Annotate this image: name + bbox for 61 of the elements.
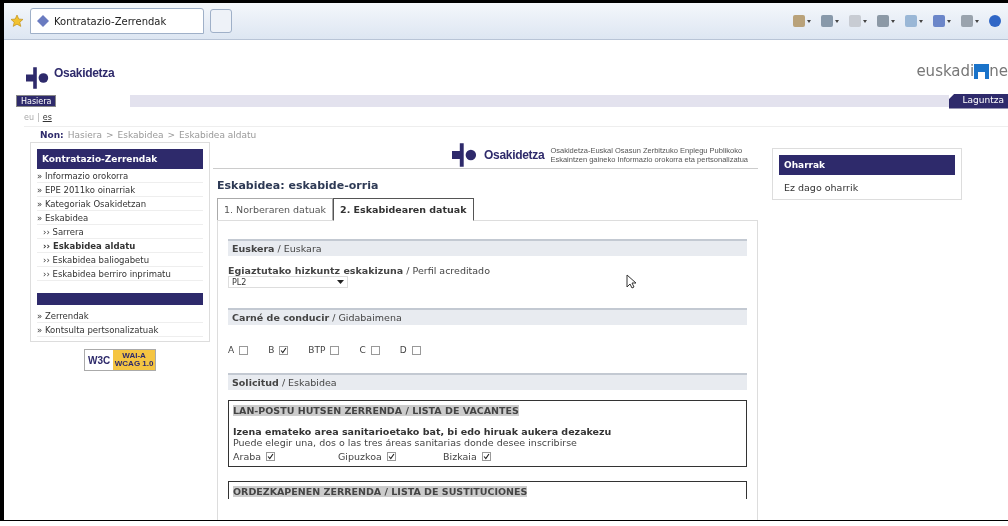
page-title: Eskabidea: eskabide-orria bbox=[217, 179, 380, 192]
checkbox-label: Bizkaia bbox=[443, 451, 477, 462]
new-tab-button[interactable] bbox=[210, 9, 232, 33]
checkbox[interactable] bbox=[266, 452, 276, 461]
checkbox-label: Araba bbox=[233, 451, 262, 462]
list-title: LAN-POSTU HUTSEN ZERRENDA / LISTA DE VACANTES bbox=[233, 405, 519, 416]
portal-logo-icon bbox=[974, 63, 990, 79]
section-heading: Carné de conducir / Gidabaimena bbox=[228, 308, 747, 325]
sidebar-item[interactable]: » Kategoriak Osakidetzan bbox=[37, 197, 203, 211]
field-label: Egiaztutako hizkuntz eskakizuna / Perfil acreditado bbox=[228, 265, 491, 276]
checkbox[interactable] bbox=[411, 345, 421, 355]
portal-logo-text: euskadi bbox=[916, 62, 975, 80]
checkbox-label: BTP bbox=[308, 345, 326, 355]
sidebar-title: Kontratazio-Zerrendak bbox=[37, 149, 203, 169]
breadcrumb-separator: > bbox=[167, 130, 175, 140]
diamond-icon bbox=[37, 15, 49, 27]
sidebar-item[interactable]: » Eskabidea bbox=[37, 211, 203, 225]
sidebar-item[interactable]: » EPE 2011ko oinarriak bbox=[37, 183, 203, 197]
checkbox[interactable] bbox=[481, 452, 491, 461]
form-tab[interactable]: 1. Norberaren datuak bbox=[217, 198, 333, 220]
notes-text: Ez dago oharrik bbox=[783, 181, 860, 195]
sidebar-item[interactable]: ›› Sarrera bbox=[37, 225, 203, 239]
section-heading: Solicitud / Eskabidea bbox=[228, 373, 747, 390]
checkbox[interactable] bbox=[386, 452, 396, 461]
checkbox[interactable] bbox=[330, 345, 340, 355]
logo-icon bbox=[26, 66, 50, 90]
section-heading: Euskera / Euskara bbox=[228, 239, 747, 256]
banner-brand: Osakidetza bbox=[484, 148, 545, 162]
checkbox[interactable] bbox=[239, 345, 249, 355]
sidebar-item[interactable]: » Informazio orokorra bbox=[37, 169, 203, 183]
profile-dropdown[interactable]: PL2 bbox=[228, 276, 348, 288]
help-nav-button[interactable]: Laguntza bbox=[948, 93, 1008, 109]
language-separator: | bbox=[37, 113, 40, 122]
logo-icon bbox=[452, 142, 478, 168]
checkbox[interactable] bbox=[279, 345, 289, 355]
sidebar-item[interactable]: » Kontsulta pertsonalizatuak bbox=[37, 323, 203, 337]
browser-tab[interactable]: Kontratazio-Zerrendak bbox=[30, 8, 204, 34]
home-nav-button[interactable]: Hasiera bbox=[16, 95, 57, 107]
breadcrumb-label: Non: bbox=[40, 130, 64, 140]
sidebar-item[interactable]: » Zerrendak bbox=[37, 309, 203, 323]
form-tab[interactable]: 2. Eskabidearen datuak bbox=[333, 198, 474, 221]
brand-name: Osakidetza bbox=[54, 66, 115, 80]
checkbox[interactable] bbox=[370, 345, 380, 355]
checkbox-label: A bbox=[228, 345, 235, 355]
list-title: ORDEZKAPENEN ZERRENDA / LISTA DE SUSTITUCIONES bbox=[233, 486, 528, 497]
checkbox-label: B bbox=[268, 345, 275, 355]
checkbox-label: D bbox=[399, 345, 407, 355]
notes-title: Oharrak bbox=[779, 155, 955, 175]
sidebar-item[interactable]: ›› Eskabidea baliogabetu bbox=[37, 253, 203, 267]
language-link[interactable]: es bbox=[42, 113, 52, 122]
instruction-text: Puede elegir una, dos o las tres áreas sanitarias donde desee inscribirse bbox=[233, 437, 578, 448]
sidebar-item[interactable]: ›› Eskabidea aldatu bbox=[37, 239, 203, 253]
checkbox-label: C bbox=[359, 345, 366, 355]
checkbox-label: Gipuzkoa bbox=[338, 451, 382, 462]
portal-logo-text: ne bbox=[989, 62, 1008, 80]
dropdown-caret-icon bbox=[337, 280, 344, 284]
star-icon[interactable] bbox=[10, 14, 24, 28]
sidebar-item[interactable]: ›› Eskabidea berriro inprimatu bbox=[37, 267, 203, 281]
cursor-icon bbox=[626, 274, 636, 289]
instruction-text: Izena emateko area sanitarioetako bat, bi edo hiruak aukera dezakezu bbox=[233, 426, 613, 437]
breadcrumb-separator: > bbox=[105, 130, 114, 140]
